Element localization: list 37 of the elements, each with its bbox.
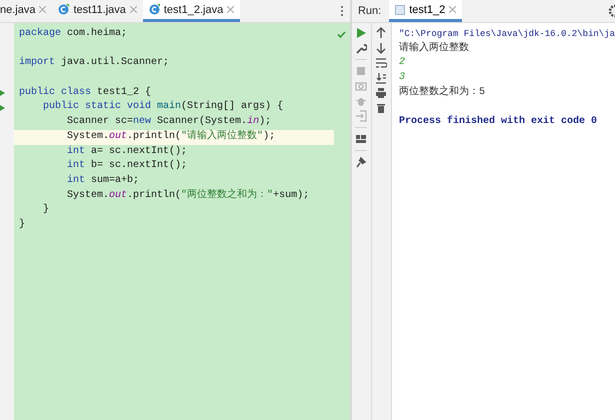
code-line: package com.heima;: [18, 27, 128, 41]
code-line: }: [18, 218, 26, 232]
code-line: int sum=a+b;: [66, 174, 140, 188]
java-class-icon: [58, 4, 70, 15]
console-line: 两位整数之和为：5: [398, 86, 486, 100]
arrow-down-icon[interactable]: [375, 42, 388, 54]
print-icon[interactable]: [375, 87, 388, 99]
run-marker-icon[interactable]: [0, 90, 5, 96]
scroll-end-icon[interactable]: [375, 72, 388, 84]
console-line: 2: [398, 56, 406, 70]
run-label: Run:: [358, 5, 382, 17]
code-line: System.out.println("两位整数之和为："+sum);: [66, 188, 310, 203]
console-line: "C:\Program Files\Java\jdk-16.0.2\bin\ja: [398, 28, 615, 41]
layout-icon[interactable]: [355, 133, 368, 145]
code-line: int b= sc.nextInt();: [66, 159, 188, 174]
run-tab[interactable]: test1_2: [389, 0, 462, 22]
java-class-icon: [148, 4, 160, 15]
check-icon: [337, 31, 346, 38]
code-line: }: [42, 203, 50, 218]
code-line: public class test1_2 {: [18, 86, 152, 100]
run-marker-icon[interactable]: [0, 104, 5, 111]
trash-icon[interactable]: [375, 102, 388, 114]
console-line: Process finished with exit code 0: [398, 115, 598, 130]
code-line: import java.util.Scanner;: [18, 56, 170, 70]
arrow-up-icon[interactable]: [375, 27, 388, 39]
run-icon[interactable]: [355, 27, 368, 39]
console-line: 3: [398, 71, 406, 86]
code-line: public static void main(String[] args) {: [42, 100, 284, 114]
code-line: int a= sc.nextInt();: [66, 144, 188, 158]
console-line: 请输入两位整数: [398, 42, 470, 56]
editor-tab[interactable]: test11.java: [52, 0, 143, 22]
pin-icon[interactable]: [355, 156, 368, 168]
editor-tab[interactable]: ne.java: [0, 0, 52, 22]
wrap-icon[interactable]: [375, 57, 388, 69]
code-line: Scanner sc=new Scanner(System.in);: [66, 115, 272, 130]
editor-tab[interactable]: test1_2.java: [142, 0, 240, 22]
console-icon: [395, 4, 406, 14]
